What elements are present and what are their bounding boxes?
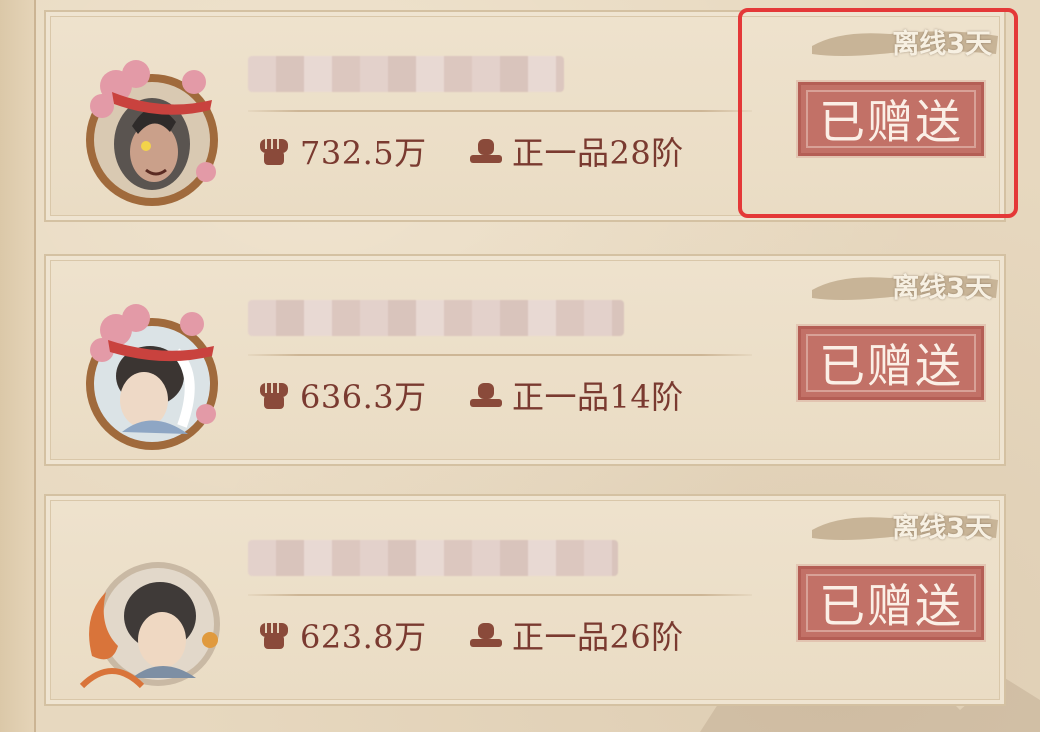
official-hat-icon [470,623,502,647]
avatar-warrior[interactable] [72,52,232,212]
offline-text: 离线3天 [892,513,992,544]
stamp-label: 已赠送 [819,579,963,633]
power-value: 732.5万 [300,134,427,172]
official-hat-icon [470,139,502,163]
divider [248,594,752,596]
friend-card[interactable]: 623.8万 正一品26阶 离线3天 已赠送 [44,494,1006,706]
fist-icon [260,139,288,165]
gift-sent-stamp[interactable]: 已赠送 [798,566,984,640]
left-scroll-rail [0,0,36,732]
player-name-blurred [248,300,624,336]
fist-icon [260,383,288,409]
friend-card[interactable]: 636.3万 正一品14阶 离线3天 已赠送 [44,254,1006,466]
offline-status-tag: 离线3天 [810,262,1000,308]
power-stat: 732.5万 [254,128,427,174]
divider [248,354,752,356]
divider [248,110,752,112]
gift-sent-stamp[interactable]: 已赠送 [798,326,984,400]
player-name-blurred [248,540,618,576]
rank-stat: 正一品28阶 [466,128,684,174]
rank-stat: 正一品14阶 [466,372,684,418]
rank-value: 正一品28阶 [512,134,684,172]
power-stat: 636.3万 [254,372,427,418]
highlight-annotation-box [738,8,1018,218]
offline-status-tag: 离线3天 [810,502,1000,548]
rank-value: 正一品26阶 [512,618,684,656]
power-stat: 623.8万 [254,612,427,658]
stamp-label: 已赠送 [819,339,963,393]
avatar-lady[interactable] [72,296,232,456]
power-value: 623.8万 [300,618,427,656]
rank-value: 正一品14阶 [512,378,684,416]
player-name-blurred [248,56,564,92]
official-hat-icon [470,383,502,407]
rank-stat: 正一品26阶 [466,612,684,658]
power-value: 636.3万 [300,378,427,416]
fist-icon [260,623,288,649]
avatar-scholar[interactable] [72,536,232,696]
offline-text: 离线3天 [892,273,992,304]
